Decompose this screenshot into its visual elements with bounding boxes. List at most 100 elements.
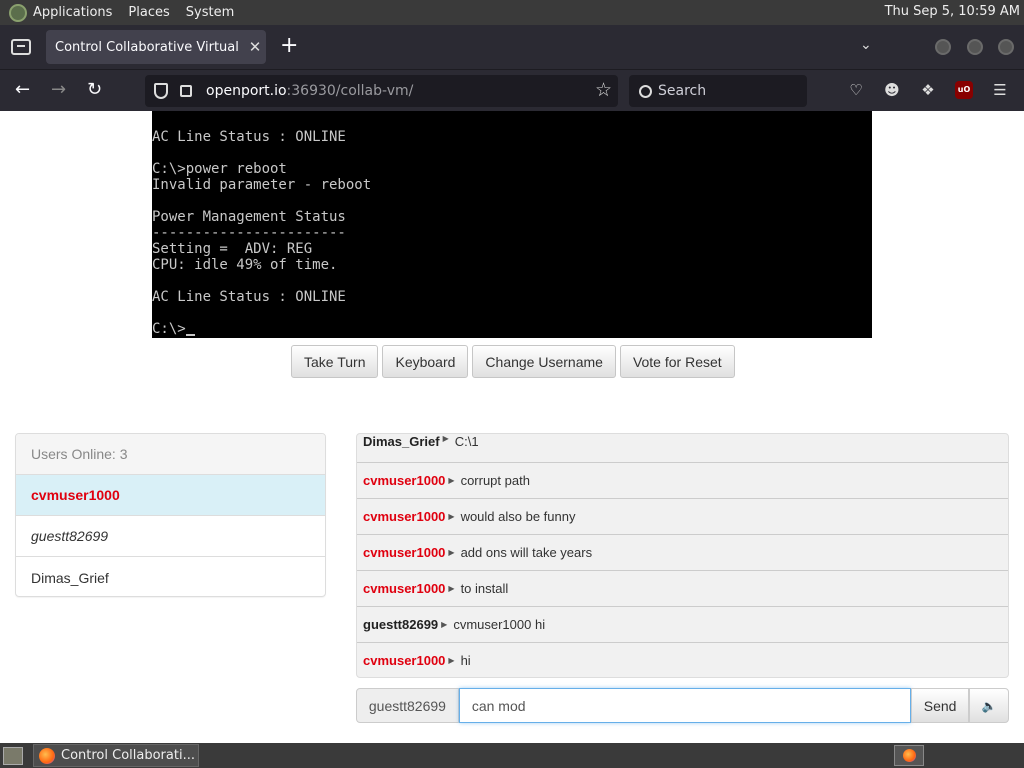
ublock-origin-icon[interactable]: uO bbox=[955, 81, 973, 99]
console-line: CPU: idle 49% of time. bbox=[152, 257, 338, 273]
chevron-down-icon[interactable]: ⌄ bbox=[860, 37, 872, 53]
shield-icon[interactable] bbox=[154, 83, 168, 99]
send-button[interactable]: Send bbox=[911, 688, 970, 723]
chat-message: cvmuser1000 ▶ hi bbox=[357, 643, 1008, 677]
arrow-right-icon: ▶ bbox=[442, 434, 449, 443]
arrow-right-icon: ▶ bbox=[448, 584, 455, 593]
pocket-icon[interactable]: ♡ bbox=[847, 81, 865, 99]
menu-places[interactable]: Places bbox=[128, 5, 169, 20]
chat-log[interactable]: Dimas_Grief ▶ C:\1 cvmuser1000 ▶ corrupt path… bbox=[356, 433, 1009, 678]
chat-message: cvmuser1000 ▶ corrupt path bbox=[357, 463, 1008, 499]
change-username-button[interactable]: Change Username bbox=[472, 345, 616, 378]
take-turn-button[interactable]: Take Turn bbox=[291, 345, 379, 378]
vm-controls: Take Turn Keyboard Change Username Vote … bbox=[291, 345, 739, 378]
page-content: AC Line Status : ONLINE C:\>power reboot… bbox=[0, 111, 1024, 743]
chat-message: guestt82699 ▶ cvmuser1000 hi bbox=[357, 607, 1008, 643]
extensions-icon[interactable]: ❖ bbox=[919, 81, 937, 99]
chat-text: C:\1 bbox=[454, 434, 479, 449]
console-line: Invalid parameter - reboot bbox=[152, 177, 372, 193]
chat-message: cvmuser1000 ▶ to install bbox=[357, 571, 1008, 607]
console-line: ----------------------- bbox=[152, 225, 346, 241]
chat-username[interactable]: guestt82699 bbox=[363, 617, 438, 632]
vote-reset-button[interactable]: Vote for Reset bbox=[619, 345, 735, 378]
maximize-button[interactable] bbox=[967, 39, 983, 55]
arrow-right-icon: ▶ bbox=[448, 656, 455, 665]
bookmark-star-icon[interactable]: ☆ bbox=[595, 79, 612, 101]
arrow-right-icon: ▶ bbox=[448, 476, 455, 485]
show-desktop-icon[interactable] bbox=[3, 746, 23, 765]
user-row[interactable]: cvmuser1000 bbox=[16, 475, 325, 516]
arrow-right-icon: ▶ bbox=[448, 512, 455, 521]
menu-system[interactable]: System bbox=[186, 5, 234, 20]
workspace-switcher[interactable] bbox=[894, 745, 924, 766]
chat-message-input[interactable]: can mod bbox=[458, 688, 912, 723]
chat-username[interactable]: cvmuser1000 bbox=[363, 581, 445, 596]
search-bar[interactable]: Search bbox=[629, 75, 807, 107]
panel-menus: Applications Places System bbox=[0, 0, 250, 25]
console-line: Power Management Status bbox=[152, 209, 346, 225]
chat-username[interactable]: Dimas_Grief bbox=[363, 434, 440, 449]
taskbar-window-title: Control Collaborati... bbox=[61, 748, 195, 763]
new-tab-button[interactable]: + bbox=[280, 35, 298, 57]
console-line: C:\>power reboot bbox=[152, 161, 287, 177]
close-tab-icon[interactable]: ✕ bbox=[244, 38, 266, 56]
tab-list-icon[interactable] bbox=[11, 39, 31, 55]
user-row[interactable]: guestt82699 bbox=[16, 516, 325, 557]
workspace-firefox-icon bbox=[902, 749, 916, 762]
applications-logo-icon[interactable] bbox=[9, 3, 27, 22]
search-placeholder: Search bbox=[658, 83, 707, 99]
keyboard-button[interactable]: Keyboard bbox=[382, 345, 469, 378]
forward-arrow-icon[interactable]: → bbox=[51, 80, 66, 100]
chat-input-row: guestt82699 can mod Send 🔈 bbox=[356, 688, 1009, 723]
back-arrow-icon[interactable]: ← bbox=[15, 80, 30, 100]
users-online-header: Users Online: 3 bbox=[16, 434, 325, 475]
url-path: :36930/collab-vm/ bbox=[286, 83, 414, 99]
address-bar[interactable]: openport.io:36930/collab-vm/ ☆ bbox=[145, 75, 618, 107]
chat-username[interactable]: cvmuser1000 bbox=[363, 545, 445, 560]
menu-applications[interactable]: Applications bbox=[33, 5, 112, 20]
account-icon[interactable]: ☻ bbox=[883, 81, 901, 99]
chat-text: would also be funny bbox=[460, 509, 576, 524]
chat-message: cvmuser1000 ▶ add ons will take years bbox=[357, 535, 1008, 571]
tab-strip: Control Collaborative Virtual M ✕ + ⌄ bbox=[0, 25, 1024, 69]
username-label: guestt82699 bbox=[356, 688, 459, 723]
tab-active[interactable]: Control Collaborative Virtual M ✕ bbox=[46, 30, 266, 64]
chat-text: hi bbox=[460, 653, 471, 668]
arrow-right-icon: ▶ bbox=[448, 548, 455, 557]
console-line: AC Line Status : ONLINE bbox=[152, 289, 346, 305]
firefox-icon bbox=[39, 747, 55, 764]
console-cursor bbox=[185, 334, 195, 336]
vm-display[interactable]: AC Line Status : ONLINE C:\>power reboot… bbox=[152, 111, 872, 338]
chat-message: cvmuser1000 ▶ would also be funny bbox=[357, 499, 1008, 535]
console-line: Setting = ADV: REG bbox=[152, 241, 313, 257]
chat-text: to install bbox=[460, 581, 509, 596]
chat-message: Dimas_Grief ▶ C:\1 bbox=[357, 434, 1008, 463]
minimize-button[interactable] bbox=[935, 39, 951, 55]
top-panel: Applications Places System Thu Sep 5, 10… bbox=[0, 0, 1024, 25]
bottom-panel: Control Collaborati... bbox=[0, 743, 1024, 768]
chat-username[interactable]: cvmuser1000 bbox=[363, 653, 445, 668]
sound-toggle-icon[interactable]: 🔈 bbox=[969, 688, 1009, 723]
close-window-button[interactable] bbox=[998, 39, 1014, 55]
chat-text: add ons will take years bbox=[460, 545, 593, 560]
console-line: AC Line Status : ONLINE bbox=[152, 129, 346, 145]
taskbar-window-button[interactable]: Control Collaborati... bbox=[33, 744, 199, 767]
user-row[interactable]: Dimas_Grief bbox=[16, 557, 325, 596]
chat-username[interactable]: cvmuser1000 bbox=[363, 473, 445, 488]
chat-text: corrupt path bbox=[460, 473, 530, 488]
arrow-right-icon: ▶ bbox=[441, 620, 448, 629]
url-text[interactable]: openport.io:36930/collab-vm/ bbox=[206, 83, 413, 99]
reload-icon[interactable]: ↻ bbox=[87, 80, 102, 100]
tab-title: Control Collaborative Virtual M bbox=[55, 39, 244, 55]
hamburger-menu-icon[interactable]: ☰ bbox=[991, 81, 1009, 99]
chat-username[interactable]: cvmuser1000 bbox=[363, 509, 445, 524]
chat-text: cvmuser1000 hi bbox=[453, 617, 546, 632]
search-icon bbox=[639, 84, 652, 98]
clock[interactable]: Thu Sep 5, 10:59 AM bbox=[885, 4, 1020, 19]
users-panel: Users Online: 3 cvmuser1000 guestt82699 … bbox=[15, 433, 326, 597]
lock-icon[interactable] bbox=[180, 85, 192, 97]
